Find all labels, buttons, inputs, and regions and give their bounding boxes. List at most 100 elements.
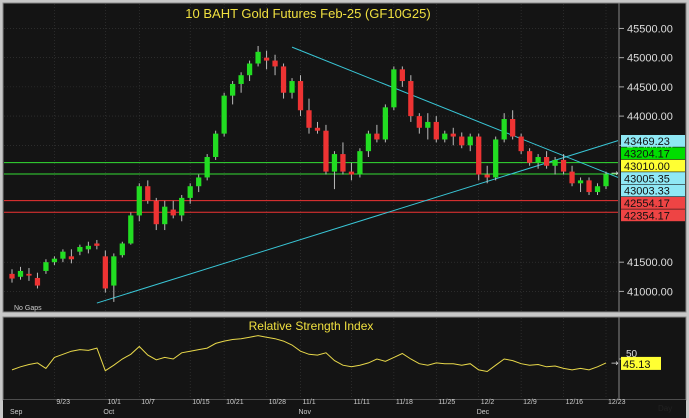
candle-body xyxy=(102,256,108,289)
candle-body xyxy=(77,246,83,252)
candle-body xyxy=(85,245,92,250)
candle-body xyxy=(526,151,533,163)
candle xyxy=(382,104,389,143)
candle xyxy=(297,75,304,117)
candle-body xyxy=(594,186,601,193)
candle-body xyxy=(459,136,465,146)
day-tick-label: 11/11 xyxy=(353,399,370,406)
candle-body xyxy=(357,151,363,175)
candle xyxy=(119,241,125,258)
candle xyxy=(476,133,482,181)
candle xyxy=(221,92,227,137)
price-level-label: 43010.00 xyxy=(624,161,670,173)
day-tick-label: 12/23 xyxy=(608,399,626,406)
candle xyxy=(493,136,499,181)
candle-body xyxy=(323,130,329,172)
candle-body xyxy=(560,159,567,172)
candle-body xyxy=(34,277,41,286)
price-tick-label: 44000.00 xyxy=(627,111,673,123)
chart-title: 10 BAHT Gold Futures Feb-25 (GF10G25) xyxy=(185,6,430,21)
candle-body xyxy=(603,174,609,187)
candle-body xyxy=(26,273,32,276)
candle xyxy=(518,133,524,155)
day-tick-label: 11/1 xyxy=(303,399,316,406)
month-tick-label: Sep xyxy=(10,409,23,416)
candle-body xyxy=(331,154,338,172)
last-price-arrow-icon: → xyxy=(611,169,619,179)
price-tick-label: 45500.00 xyxy=(627,23,673,35)
day-tick-label: 12/2 xyxy=(481,399,495,406)
candle-body xyxy=(365,133,372,152)
price-tick-label: 41000.00 xyxy=(627,286,673,298)
day-tick-label: 11/25 xyxy=(438,399,455,406)
candle-body xyxy=(17,270,24,277)
candle-body xyxy=(213,133,219,157)
candle-body xyxy=(552,159,558,166)
candle-body xyxy=(510,119,516,137)
day-tick-label: 10/7 xyxy=(141,399,155,406)
candle-body xyxy=(272,60,278,67)
candle xyxy=(357,148,363,178)
candle-body xyxy=(111,256,117,286)
candle-body xyxy=(94,243,100,246)
day-tick-label: 12/16 xyxy=(566,399,584,406)
candle-body xyxy=(306,110,312,128)
month-tick-label: Nov xyxy=(299,409,312,416)
candle-body xyxy=(476,136,482,175)
price-tick-label: 41500.00 xyxy=(627,257,673,269)
candle-body xyxy=(179,197,185,216)
candle-body xyxy=(280,66,287,93)
rsi-arrow-icon: → xyxy=(611,359,619,369)
candle-body xyxy=(416,116,422,128)
rsi-last-value-label: 45.13 xyxy=(623,359,651,371)
candle-body xyxy=(119,243,125,256)
candle-body xyxy=(467,136,473,146)
day-tick-label: 11/18 xyxy=(396,399,413,406)
candle-body xyxy=(543,157,550,166)
candle xyxy=(213,130,219,160)
candle-body xyxy=(374,133,380,140)
candle-body xyxy=(493,139,499,178)
price-level-label: 43003.33 xyxy=(624,186,670,198)
candle-body xyxy=(348,171,355,175)
candle-body xyxy=(391,69,397,108)
candle-body xyxy=(340,154,346,172)
candle-body xyxy=(535,157,541,163)
candle-body xyxy=(289,81,295,93)
rsi-title: Relative Strength Index xyxy=(249,319,374,333)
candle-body xyxy=(442,133,448,140)
candle-body xyxy=(51,258,58,263)
candle-body xyxy=(60,251,66,259)
day-tick-label: 10/21 xyxy=(226,399,244,406)
day-tick-label: 10/28 xyxy=(269,399,287,406)
no-gaps-note: No Gaps xyxy=(14,305,42,312)
candle-body xyxy=(297,81,304,111)
price-level-label: 42354.17 xyxy=(624,211,670,223)
candle-body xyxy=(425,121,431,128)
price-level-label: 43204.17 xyxy=(624,149,670,161)
candle-body xyxy=(187,186,193,198)
candle-body xyxy=(246,63,253,76)
price-panel xyxy=(2,2,620,313)
candle-body xyxy=(518,136,524,152)
candle xyxy=(408,75,414,122)
candle-body xyxy=(238,75,244,84)
candle-body xyxy=(569,171,575,184)
candle-body xyxy=(408,81,414,117)
candle-body xyxy=(162,206,168,225)
price-level-label: 42554.17 xyxy=(624,198,670,210)
candle xyxy=(204,154,210,181)
candle-body xyxy=(450,133,456,137)
candle-body xyxy=(501,119,507,140)
candle-body xyxy=(229,83,236,96)
price-level-label: 43469.23 xyxy=(624,136,670,148)
candle xyxy=(102,250,108,293)
candle-body xyxy=(43,262,49,271)
candle-body xyxy=(577,180,584,184)
candle-body xyxy=(145,186,151,201)
candle-body xyxy=(204,157,210,178)
candle-body xyxy=(263,57,270,61)
candle-body xyxy=(255,51,261,64)
candle-body xyxy=(399,69,405,82)
candle-body xyxy=(314,127,321,131)
